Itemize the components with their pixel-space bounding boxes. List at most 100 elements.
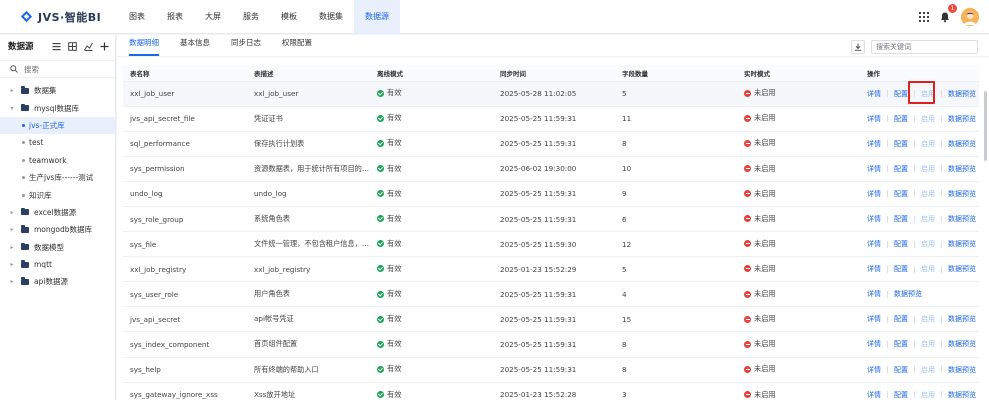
chart-icon[interactable]: [84, 42, 93, 51]
tree-item[interactable]: ▸ 数据集: [0, 82, 115, 99]
tree-item[interactable]: 知识库: [0, 186, 115, 203]
sidebar-search-input[interactable]: [24, 64, 104, 74]
enable-link[interactable]: 启用: [921, 114, 935, 124]
tab[interactable]: 同步日志: [231, 37, 261, 56]
detail-link[interactable]: 详情: [867, 114, 881, 124]
enable-link[interactable]: 启用: [921, 214, 935, 224]
config-link[interactable]: 配置: [894, 114, 908, 124]
preview-link[interactable]: 数据预览: [894, 289, 922, 299]
detail-link[interactable]: 详情: [867, 214, 881, 224]
config-link[interactable]: 配置: [894, 214, 908, 224]
detail-link[interactable]: 详情: [867, 139, 881, 149]
status-text: 未启用: [754, 289, 776, 299]
detail-link[interactable]: 详情: [867, 264, 881, 274]
tree-item[interactable]: test: [0, 134, 115, 151]
caret-right-icon[interactable]: ▸: [8, 261, 16, 268]
detail-link[interactable]: 详情: [867, 365, 881, 375]
column-header: 表名称: [123, 65, 247, 81]
config-link[interactable]: 配置: [894, 164, 908, 174]
tree-item[interactable]: ▸ mqtt: [0, 256, 115, 273]
config-link[interactable]: 配置: [894, 189, 908, 199]
nav-item[interactable]: 图表: [118, 0, 156, 34]
nav-item[interactable]: 数据集: [308, 0, 354, 34]
tree-item-label: 数据集: [34, 86, 57, 96]
config-link[interactable]: 配置: [894, 264, 908, 274]
detail-link[interactable]: 详情: [867, 189, 881, 199]
download-button[interactable]: [851, 40, 865, 54]
enable-link[interactable]: 启用: [921, 339, 935, 349]
tree-item[interactable]: jvs-正式库: [0, 116, 115, 135]
preview-link[interactable]: 数据预览: [948, 314, 976, 324]
user-avatar[interactable]: [961, 8, 979, 26]
add-icon[interactable]: [100, 42, 109, 51]
preview-link[interactable]: 数据预览: [948, 365, 976, 375]
enable-link[interactable]: 启用: [921, 390, 935, 400]
enable-link[interactable]: 启用: [921, 139, 935, 149]
preview-link[interactable]: 数据预览: [948, 189, 976, 199]
enable-link[interactable]: 启用: [921, 239, 935, 249]
detail-link[interactable]: 详情: [867, 239, 881, 249]
app-logo[interactable]: JVS·智能BI: [0, 0, 118, 34]
divider: [887, 340, 888, 348]
tree-item[interactable]: ▸ mongodb数据库: [0, 221, 115, 238]
caret-right-icon[interactable]: ▸: [8, 244, 16, 251]
collapse-icon[interactable]: [52, 42, 61, 51]
tab[interactable]: 基本信息: [180, 37, 210, 56]
preview-link[interactable]: 数据预览: [948, 139, 976, 149]
config-link[interactable]: 配置: [894, 314, 908, 324]
detail-link[interactable]: 详情: [867, 89, 881, 99]
config-link[interactable]: 配置: [894, 239, 908, 249]
nav-item[interactable]: 报表: [156, 0, 194, 34]
cell-realtime-mode: 未启用: [737, 180, 860, 207]
caret-right-icon[interactable]: ▸: [8, 226, 16, 233]
caret-right-icon[interactable]: ▸: [8, 87, 16, 94]
table-scrollbar[interactable]: [984, 91, 987, 161]
nav-item[interactable]: 数据源: [354, 0, 400, 34]
apps-grid-icon[interactable]: [919, 12, 929, 22]
preview-link[interactable]: 数据预览: [948, 214, 976, 224]
tree-item[interactable]: ▸ api数据源: [0, 273, 115, 290]
divider: [887, 366, 888, 374]
tree-item[interactable]: teamwork: [0, 152, 115, 169]
caret-down-icon[interactable]: ▾: [8, 105, 16, 112]
detail-link[interactable]: 详情: [867, 289, 881, 299]
enable-link[interactable]: 启用: [921, 164, 935, 174]
preview-link[interactable]: 数据预览: [948, 390, 976, 400]
tree-item[interactable]: 生产jvs库------测试: [0, 169, 115, 186]
detail-link[interactable]: 详情: [867, 339, 881, 349]
caret-right-icon[interactable]: ▸: [8, 209, 16, 216]
config-link[interactable]: 配置: [894, 339, 908, 349]
preview-link[interactable]: 数据预览: [948, 339, 976, 349]
tree-item[interactable]: ▾ mysql数据库: [0, 99, 115, 116]
tab[interactable]: 数据明细: [129, 37, 159, 56]
preview-link[interactable]: 数据预览: [948, 164, 976, 174]
detail-link[interactable]: 详情: [867, 164, 881, 174]
enable-link[interactable]: 启用: [921, 365, 935, 375]
config-link[interactable]: 配置: [894, 390, 908, 400]
detail-link[interactable]: 详情: [867, 314, 881, 324]
preview-link[interactable]: 数据预览: [948, 264, 976, 274]
keyword-search-input[interactable]: [872, 41, 977, 53]
preview-link[interactable]: 数据预览: [948, 114, 976, 124]
config-link[interactable]: 配置: [894, 365, 908, 375]
preview-link[interactable]: 数据预览: [948, 239, 976, 249]
enable-link[interactable]: 启用: [921, 314, 935, 324]
cell-field-count: 8: [615, 331, 737, 358]
detail-link[interactable]: 详情: [867, 390, 881, 400]
tree-item[interactable]: ▸ 数据模型: [0, 239, 115, 256]
enable-link[interactable]: 启用: [921, 89, 935, 99]
tree-item[interactable]: ▸ excel数据源: [0, 204, 115, 221]
config-link[interactable]: 配置: [894, 89, 908, 99]
cell-table-name: sys_help: [123, 356, 247, 383]
enable-link[interactable]: 启用: [921, 264, 935, 274]
nav-item[interactable]: 模板: [270, 0, 308, 34]
nav-item[interactable]: 服务: [232, 0, 270, 34]
tab[interactable]: 权限配置: [282, 37, 312, 56]
layout-icon[interactable]: [68, 41, 77, 51]
config-link[interactable]: 配置: [894, 139, 908, 149]
notification-bell[interactable]: 1: [939, 4, 957, 23]
enable-link[interactable]: 启用: [921, 189, 935, 199]
caret-right-icon[interactable]: ▸: [8, 278, 16, 285]
preview-link[interactable]: 数据预览: [948, 89, 976, 99]
nav-item[interactable]: 大屏: [194, 0, 232, 34]
